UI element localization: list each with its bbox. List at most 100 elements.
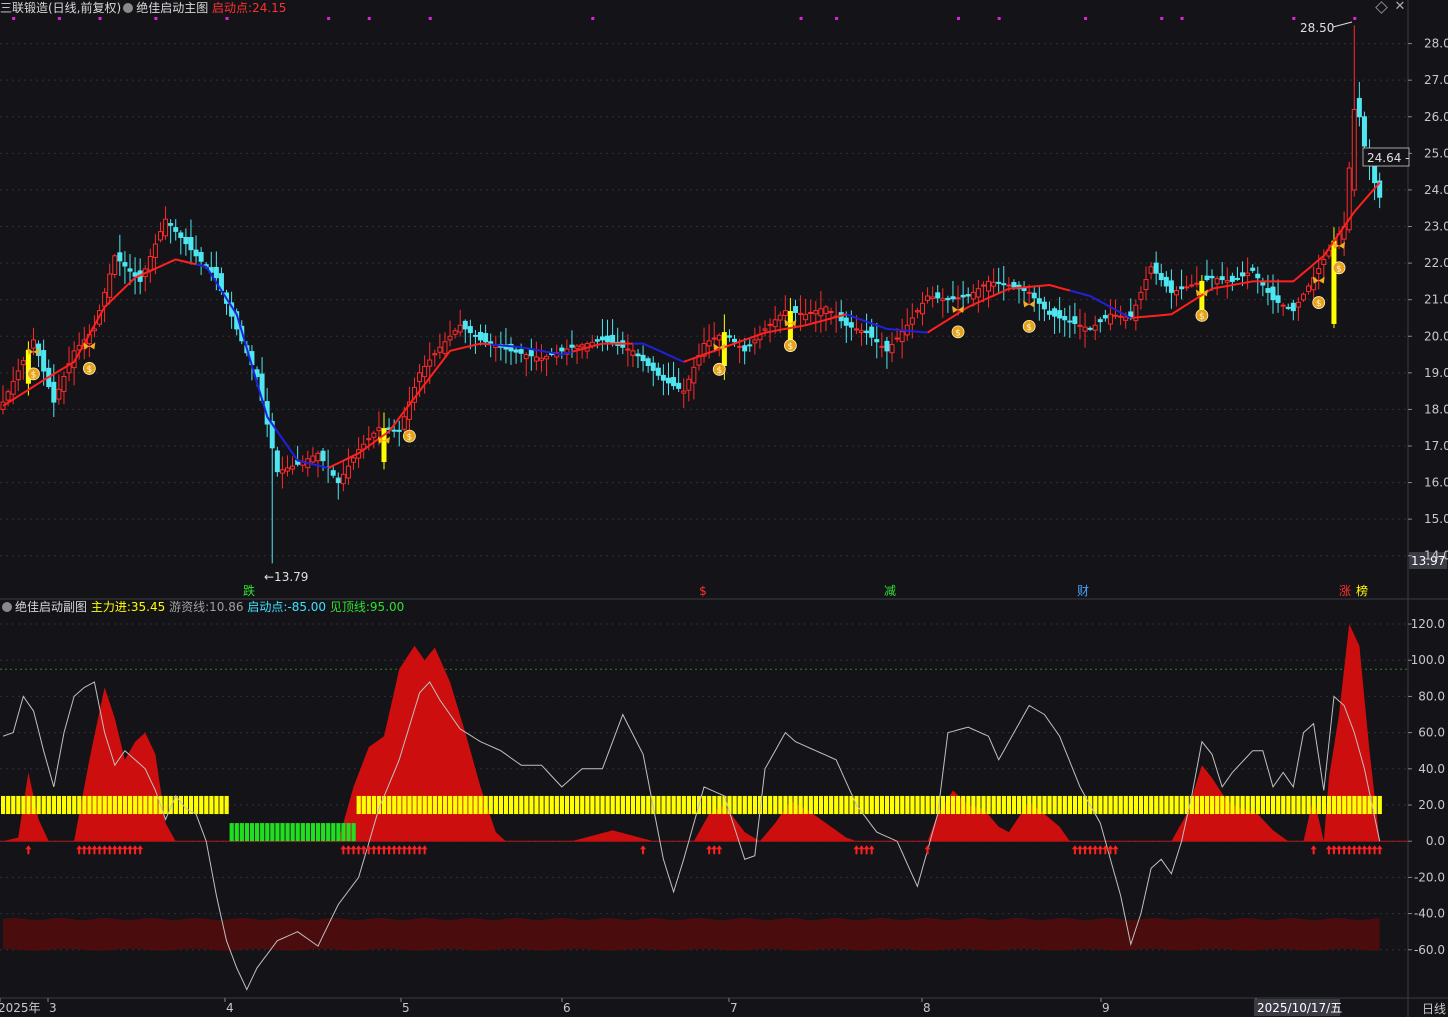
candle-body[interactable] (1270, 286, 1276, 301)
candle-body[interactable] (1143, 279, 1149, 291)
candle-body[interactable] (1250, 267, 1256, 271)
candle-body[interactable] (823, 306, 829, 315)
candle-body[interactable] (1224, 279, 1230, 283)
candle-body[interactable] (193, 249, 199, 257)
candle-body[interactable] (1092, 324, 1098, 331)
candle-body[interactable] (122, 262, 128, 267)
candle-body[interactable] (290, 465, 296, 470)
candle-body[interactable] (1067, 320, 1073, 323)
chart-canvas[interactable]: $$$$$$$$$$28.50←13.7924.64 -13.97跌 $ 减财涨榜2… (0, 0, 1448, 1017)
candle-body[interactable] (742, 345, 748, 352)
candle-body[interactable] (732, 338, 738, 343)
candle-body[interactable] (1265, 288, 1271, 293)
candle-body[interactable] (147, 256, 153, 271)
candle-body[interactable] (909, 317, 915, 325)
candle-body[interactable] (533, 356, 539, 362)
candle-body[interactable] (157, 231, 163, 241)
candle-body[interactable] (462, 320, 468, 330)
candle-body[interactable] (1290, 302, 1296, 312)
candle-body[interactable] (655, 367, 661, 376)
candle-body[interactable] (767, 323, 773, 326)
candle-body[interactable] (432, 353, 438, 356)
candle-body[interactable] (472, 334, 478, 337)
candle-body[interactable] (676, 382, 682, 389)
candle-body[interactable] (284, 467, 290, 472)
candle-body[interactable] (859, 330, 865, 334)
candle-body[interactable] (991, 281, 997, 287)
candle-body[interactable] (1138, 291, 1144, 300)
candle-body[interactable] (340, 473, 346, 485)
candle-body[interactable] (625, 348, 631, 351)
candle-body[interactable] (61, 375, 67, 392)
candle-body[interactable] (798, 312, 804, 315)
candle-body[interactable] (980, 284, 986, 287)
candle-body[interactable] (178, 232, 184, 238)
candle-body[interactable] (1102, 315, 1108, 319)
candle-body[interactable] (752, 339, 758, 344)
candle-body[interactable] (213, 266, 219, 279)
candle-body[interactable] (1072, 316, 1078, 324)
candle-body[interactable] (5, 391, 11, 401)
candle-body[interactable] (650, 362, 656, 371)
candle-body[interactable] (645, 358, 651, 367)
candle-body[interactable] (351, 457, 357, 463)
candle-body[interactable] (940, 298, 946, 302)
candle-body[interactable] (1275, 295, 1281, 303)
candle-body[interactable] (513, 349, 519, 353)
candle-body[interactable] (1036, 298, 1042, 304)
candle-body[interactable] (1087, 327, 1093, 330)
candle-body[interactable] (950, 296, 956, 300)
candle-body[interactable] (843, 317, 849, 326)
candle-body[interactable] (1194, 282, 1200, 285)
candle-body[interactable] (894, 337, 900, 340)
candle-body[interactable] (437, 346, 443, 353)
candle-body[interactable] (975, 288, 981, 298)
candle-body[interactable] (427, 359, 433, 367)
candle-body[interactable] (442, 341, 448, 354)
candle-body[interactable] (371, 432, 377, 438)
candle-body[interactable] (1062, 315, 1068, 321)
candle-body[interactable] (1057, 310, 1063, 319)
candle-body[interactable] (737, 345, 743, 348)
candle-body[interactable] (1204, 275, 1210, 281)
candle-body[interactable] (945, 297, 951, 301)
candle-body[interactable] (10, 380, 16, 395)
candle-body[interactable] (447, 335, 453, 341)
candle-body[interactable] (168, 223, 174, 226)
candle-body[interactable] (1107, 313, 1113, 325)
candle-body[interactable] (1351, 108, 1357, 191)
candle-body[interactable] (899, 331, 905, 343)
candle-body[interactable] (777, 314, 783, 321)
candle-body[interactable] (762, 328, 768, 331)
candle-body[interactable] (853, 328, 859, 331)
candle-body[interactable] (711, 337, 717, 340)
candle-body[interactable] (1321, 258, 1327, 265)
candle-body[interactable] (488, 341, 494, 345)
period-selector[interactable]: 日线 (1422, 1000, 1446, 1017)
candle-body[interactable] (523, 354, 529, 360)
candle-body[interactable] (747, 344, 753, 347)
candle-body[interactable] (660, 374, 666, 381)
candle-body[interactable] (803, 313, 809, 321)
candle-body[interactable] (691, 366, 697, 384)
candle-body[interactable] (772, 319, 778, 328)
candle-body[interactable] (376, 427, 382, 432)
candle-body[interactable] (320, 450, 326, 462)
candle-body[interactable] (457, 324, 463, 333)
candle-body[interactable] (1372, 166, 1378, 184)
candle-body[interactable] (188, 237, 194, 251)
candle-body[interactable] (1168, 280, 1174, 293)
candle-body[interactable] (686, 378, 692, 391)
candle-body[interactable] (925, 295, 931, 301)
candle-body[interactable] (594, 339, 600, 342)
candle-body[interactable] (1209, 275, 1215, 279)
candle-body[interactable] (1052, 308, 1058, 317)
candle-body[interactable] (579, 344, 585, 348)
candle-body[interactable] (884, 340, 890, 352)
candle-body[interactable] (152, 243, 158, 258)
main-indicator-name[interactable]: 绝佳启动主图 (136, 1, 208, 15)
candle-body[interactable] (1306, 285, 1312, 293)
candle-body[interactable] (1234, 277, 1240, 280)
candle-body[interactable] (1026, 291, 1032, 294)
candle-body[interactable] (467, 326, 473, 334)
